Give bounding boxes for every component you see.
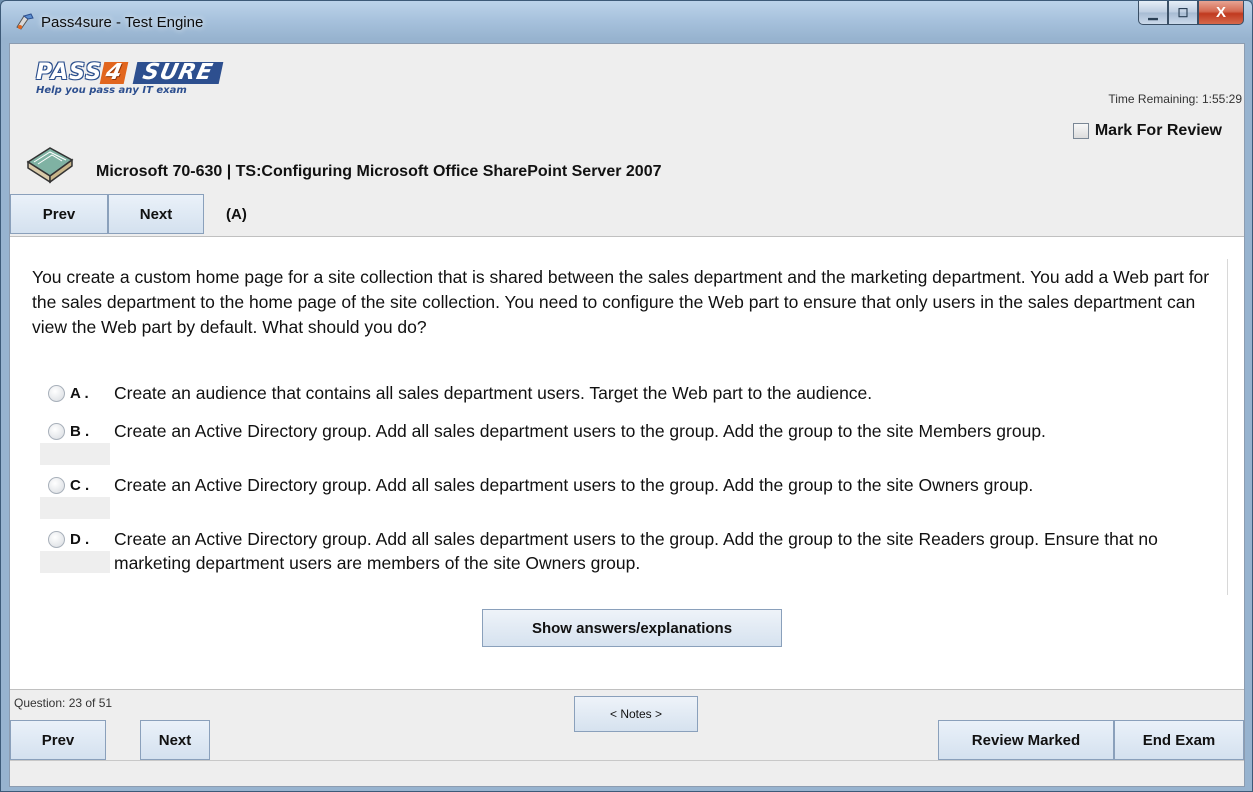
main-panel: PASS4 SURE Help you pass any IT exam Tim… xyxy=(9,43,1245,787)
prev-button-bottom[interactable]: Prev xyxy=(10,720,106,760)
option-c-letter: C . xyxy=(70,477,90,494)
logo-sure: SURE xyxy=(132,60,224,85)
mark-for-review-checkbox[interactable] xyxy=(1072,123,1089,139)
question-panel: You create a custom home page for a site… xyxy=(10,236,1244,690)
option-d-text: Create an Active Directory group. Add al… xyxy=(114,529,1158,573)
show-answers-button[interactable]: Show answers/explanations xyxy=(482,609,782,647)
option-c-text: Create an Active Directory group. Add al… xyxy=(114,475,1034,495)
next-button-bottom[interactable]: Next xyxy=(140,720,210,760)
prev-button-top[interactable]: Prev xyxy=(10,194,108,234)
mark-for-review-label: Mark For Review xyxy=(1094,122,1222,139)
book-icon xyxy=(26,147,74,184)
option-c-radio[interactable] xyxy=(48,477,65,494)
notes-button[interactable]: < Notes > xyxy=(574,696,698,732)
maximize-button[interactable]: ☐ xyxy=(1168,1,1198,25)
answer-indicator: (A) xyxy=(226,205,247,223)
app-window: Pass4sure - Test Engine ▁ ☐ X PASS4 SURE… xyxy=(0,0,1253,792)
end-exam-button[interactable]: End Exam xyxy=(1114,720,1244,760)
title-bar[interactable]: Pass4sure - Test Engine ▁ ☐ X xyxy=(1,1,1252,43)
pass4sure-logo: PASS4 SURE Help you pass any IT exam xyxy=(36,60,224,96)
window-controls: ▁ ☐ X xyxy=(1138,1,1244,25)
bottom-navigation: Prev Next xyxy=(10,720,210,760)
option-b-radio[interactable] xyxy=(48,423,65,440)
close-button[interactable]: X xyxy=(1198,1,1244,25)
exam-title: Microsoft 70-630 | TS:Configuring Micros… xyxy=(96,163,662,180)
bottom-actions: Review Marked End Exam xyxy=(938,720,1244,760)
logo-wordmark: PASS4 SURE xyxy=(36,60,224,85)
option-a-radio[interactable] xyxy=(48,385,65,402)
next-button-top[interactable]: Next xyxy=(108,194,204,234)
window-title: Pass4sure - Test Engine xyxy=(41,14,204,31)
app-icon xyxy=(16,13,34,30)
option-b-text: Create an Active Directory group. Add al… xyxy=(114,421,1046,441)
top-navigation: Prev Next (A) xyxy=(10,194,247,234)
option-d-letter: D . xyxy=(70,531,90,548)
question-counter: Question: 23 of 51 xyxy=(14,696,113,710)
logo-tagline: Help you pass any IT exam xyxy=(36,85,187,96)
option-c-indent xyxy=(40,497,110,519)
review-marked-button[interactable]: Review Marked xyxy=(938,720,1114,760)
option-b-letter: B . xyxy=(70,423,90,440)
status-separator xyxy=(10,760,1244,761)
option-a-letter: A . xyxy=(70,385,89,402)
minimize-button[interactable]: ▁ xyxy=(1138,1,1168,25)
logo-pass: PASS xyxy=(36,60,103,85)
option-d-indent xyxy=(40,551,110,573)
mark-for-review[interactable]: Mark For Review xyxy=(1072,122,1222,140)
question-text: You create a custom home page for a site… xyxy=(32,267,1210,337)
option-b-indent xyxy=(40,443,110,465)
option-a-text: Create an audience that contains all sal… xyxy=(114,383,873,403)
option-d-radio[interactable] xyxy=(48,531,65,548)
logo-four: 4 xyxy=(99,60,129,85)
time-remaining: Time Remaining: 1:55:29 xyxy=(1108,92,1242,106)
